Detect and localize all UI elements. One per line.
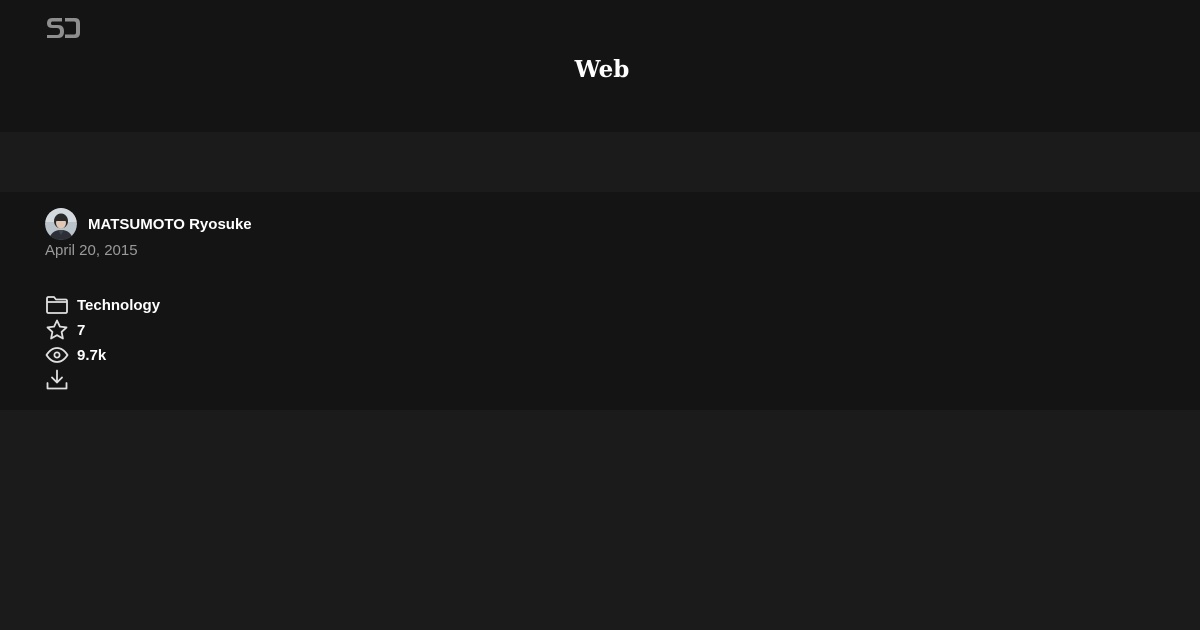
stars-count: 7: [77, 321, 86, 339]
download-icon[interactable]: [45, 368, 69, 392]
download[interactable]: [45, 368, 69, 392]
slide-strip: [0, 132, 1200, 192]
avatar[interactable]: [45, 208, 77, 240]
author-name[interactable]: MATSUMOTO Ryosuke: [88, 216, 252, 233]
category[interactable]: Technology: [45, 293, 160, 317]
folder-icon: [45, 293, 69, 317]
views-count: 9.7k: [77, 346, 107, 364]
star-icon[interactable]: [45, 318, 69, 342]
eye-icon: [45, 343, 69, 367]
header: Web: [0, 0, 1200, 132]
category-label[interactable]: Technology: [77, 297, 160, 314]
stars[interactable]: 7: [45, 318, 85, 342]
views: 9.7k: [45, 343, 106, 367]
author[interactable]: MATSUMOTO Ryosuke: [45, 208, 252, 240]
publish-date: April 20, 2015: [45, 242, 138, 259]
page-title: Web: [574, 56, 630, 83]
speakerdeck-logo-icon[interactable]: [45, 16, 82, 40]
presentation-meta: MATSUMOTO Ryosuke April 20, 2015 Technol…: [0, 192, 1200, 410]
